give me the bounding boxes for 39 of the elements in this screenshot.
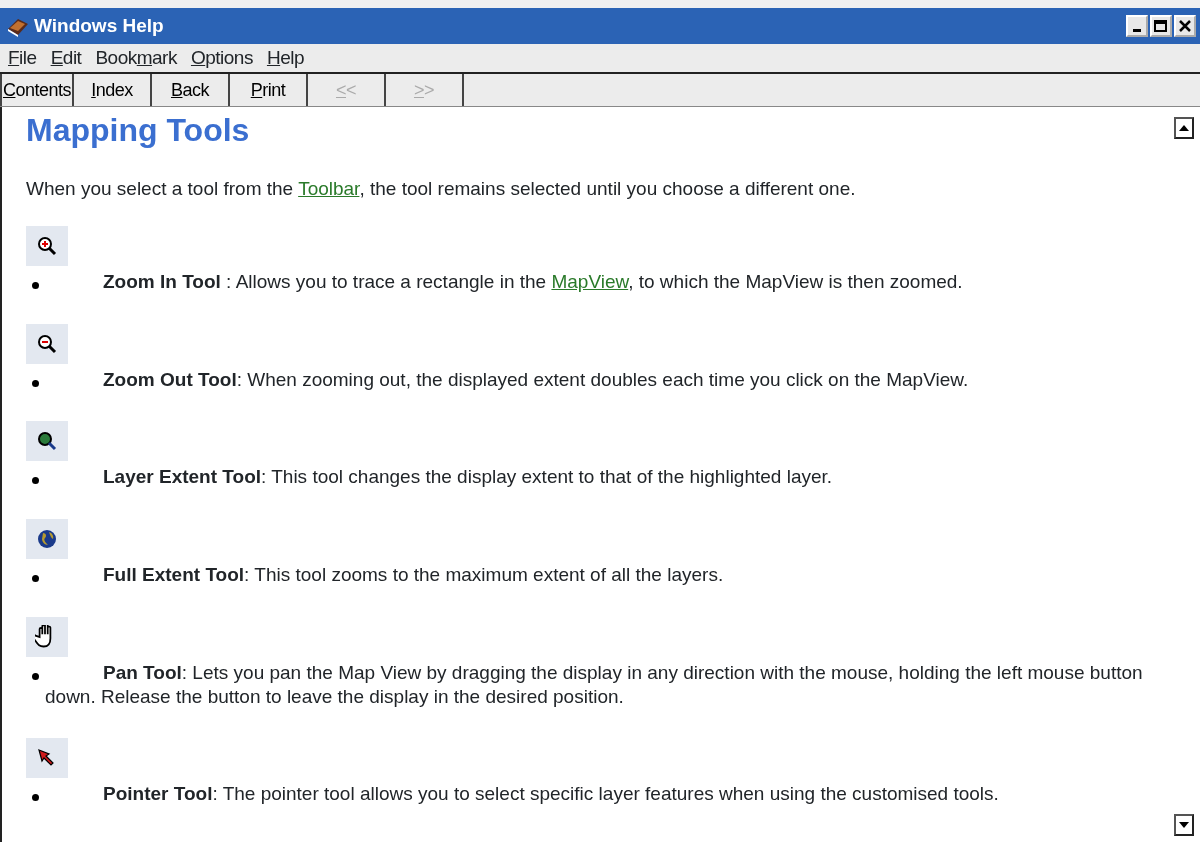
bullet-icon [32,794,39,802]
tool-description: Full Extent Tool: This tool zooms to the maximum extent of all the layers. [102,563,725,587]
intro-paragraph: When you select a tool from the Toolbar, the tool remains selected until you choose a different one. [26,177,857,202]
bullet-icon [32,281,39,289]
up-arrow-icon [1179,125,1189,131]
menu-item[interactable]: Edit [50,43,82,73]
minimize-button[interactable] [1126,15,1148,37]
scroll-down-button[interactable] [1174,814,1194,836]
maximize-icon [1154,20,1168,32]
bullet-icon [32,379,39,387]
tool-description: Pan Tool: Lets you pan the Map View by dragging the display in any direction with the mouse, holding the left mouse button down. Release the button to leave the display in the desired position. [45,660,1144,709]
tool-description: Pointer Tool: The pointer tool allows you to select specific layer features when using the customised tools. [102,782,1000,807]
tool-button[interactable] [26,738,68,779]
tool-button[interactable] [26,225,68,266]
menu-item[interactable]: Options [190,43,253,73]
tool-button[interactable] [26,421,68,462]
menu-item[interactable]: Bookmark [95,43,177,73]
menu-item[interactable]: File [8,43,37,73]
minimize-icon [1133,29,1141,32]
tool-description: Layer Extent Tool: This tool changes the display extent to that of the highlighted layer. [102,465,834,490]
window-title: Windows Help [34,13,165,38]
topic-heading: Mapping Tools [26,111,251,150]
scroll-up-button[interactable] [1174,117,1194,139]
bullet-icon [32,575,39,583]
tool-button[interactable] [26,616,68,657]
bullet-icon [32,477,39,485]
maximize-button[interactable] [1150,15,1172,37]
close-button[interactable] [1174,15,1196,37]
tool-button[interactable] [26,519,68,560]
tool-description: Zoom In Tool : Allows you to trace a rectangle in the MapView, to which the MapView is then zoomed. [102,269,964,294]
toolbar-button[interactable]: Contents [0,74,74,106]
link[interactable]: Toolbar [298,178,360,200]
down-arrow-icon [1179,822,1189,828]
tool-description: Zoom Out Tool: When zooming out, the displayed extent doubles each time you click on the MapView. [102,367,970,392]
tool-button[interactable] [26,323,68,364]
close-icon [1179,20,1191,32]
bullet-icon [32,672,39,680]
menu-item[interactable]: Help [266,43,304,73]
link[interactable]: MapView [551,270,629,292]
